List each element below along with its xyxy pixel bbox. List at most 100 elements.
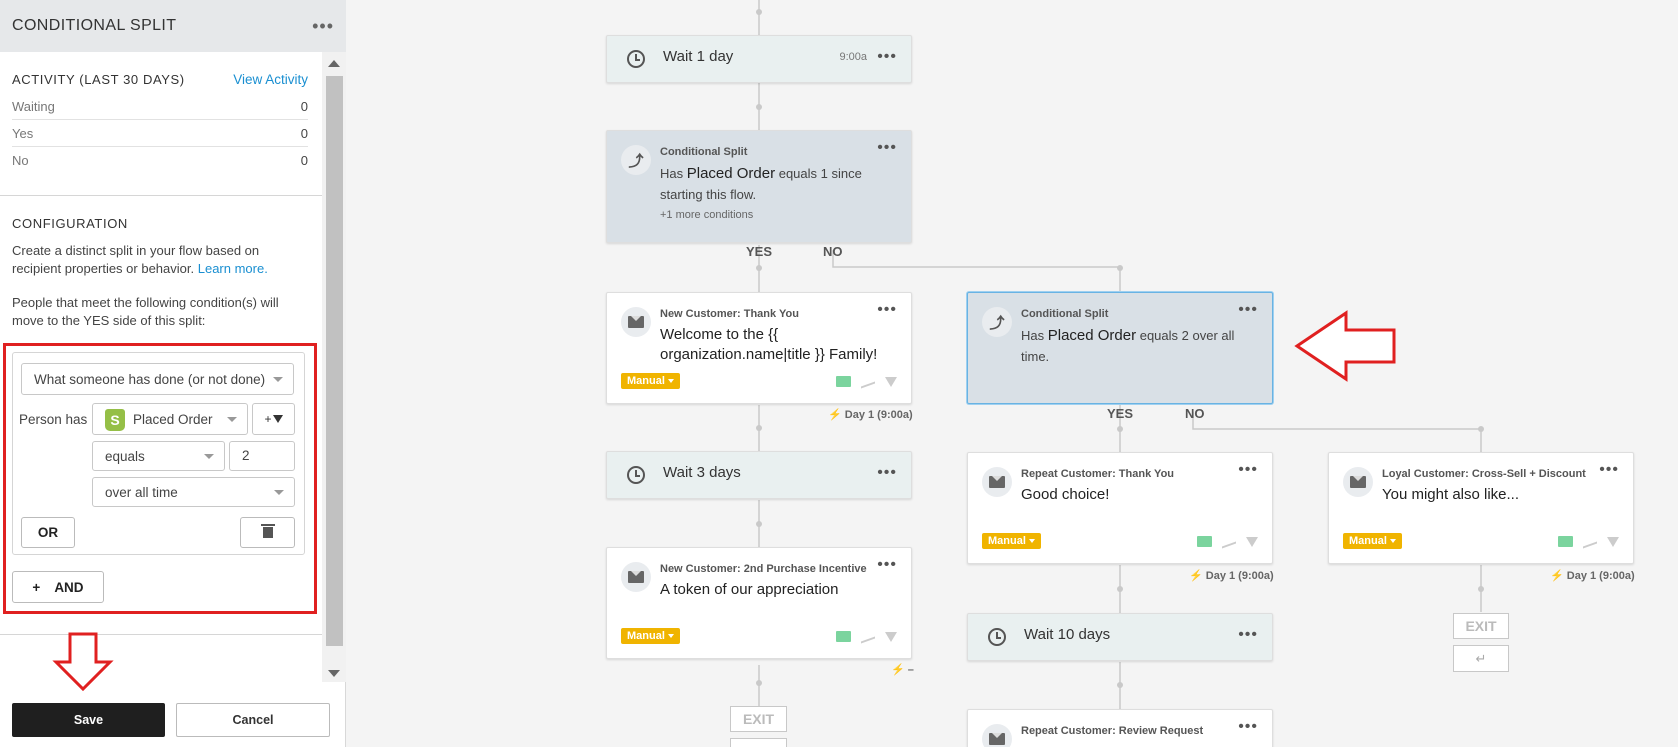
more-dots-icon[interactable]: •••	[1599, 461, 1619, 479]
return-node	[730, 738, 787, 747]
condition-type-select[interactable]: What someone has done (or not done)	[21, 363, 294, 395]
manual-badge[interactable]: Manual	[1343, 533, 1402, 549]
more-dots-icon[interactable]: •••	[877, 556, 897, 574]
shopify-icon: S	[105, 409, 125, 431]
activity-header: ACTIVITY (LAST 30 DAYS) View Activity	[12, 72, 308, 87]
exit-node: EXIT	[1453, 613, 1509, 639]
yes-branch-label: YES	[1107, 406, 1134, 421]
wait-1-day-card[interactable]: Wait 1 day 9:00a •••	[606, 35, 912, 83]
delay-label: ⚡ Day 1 (9:00a)	[1550, 570, 1635, 582]
divider	[0, 195, 322, 196]
email-card-repeat-customer-thank-you[interactable]: Repeat Customer: Thank You Good choice! …	[967, 452, 1273, 564]
card-status-icons	[836, 374, 897, 389]
email-card-new-customer-thank-you[interactable]: New Customer: Thank You Welcome to the {…	[606, 292, 912, 404]
card-status-icons	[1558, 534, 1619, 549]
mail-check-icon	[1558, 536, 1573, 547]
wait-label: Wait 10 days	[1024, 626, 1111, 643]
add-filter-button[interactable]: +	[252, 403, 295, 435]
activity-value: 0	[300, 153, 308, 168]
scroll-thumb[interactable]	[326, 76, 343, 646]
metric-value: Placed Order	[133, 411, 213, 427]
mail-check-icon	[1197, 536, 1212, 547]
email-card-loyal-customer[interactable]: Loyal Customer: Cross-Sell + Discount Yo…	[1328, 452, 1634, 564]
plus-icon: +	[32, 579, 41, 595]
more-dots-icon[interactable]: •••	[312, 17, 334, 35]
more-dots-icon[interactable]: •••	[877, 48, 897, 66]
no-branch-label: NO	[1185, 406, 1205, 421]
wait-3-days-card[interactable]: Wait 3 days •••	[606, 451, 912, 499]
split-metric: Placed Order	[686, 165, 776, 182]
mail-check-icon	[836, 631, 851, 642]
chevron-down-icon	[227, 417, 237, 422]
card-kind: Conditional Split	[660, 146, 748, 158]
card-status-icons	[836, 629, 897, 644]
panel-header: CONDITIONAL SPLIT •••	[0, 0, 346, 52]
value-input[interactable]: 2	[229, 441, 295, 471]
scroll-up-icon[interactable]	[328, 60, 340, 67]
more-conditions: +1 more conditions	[660, 209, 754, 221]
configuration-description: Create a distinct split in your flow bas…	[12, 242, 308, 278]
badge-label: Manual	[627, 375, 665, 387]
more-dots-icon[interactable]: •••	[1238, 461, 1258, 479]
conditional-split-card-selected[interactable]: ⤴ Conditional Split Has Placed Order equ…	[967, 292, 1273, 404]
panel-scrollbar[interactable]	[322, 52, 346, 682]
more-dots-icon[interactable]: •••	[877, 301, 897, 319]
more-dots-icon[interactable]: •••	[1238, 626, 1258, 644]
timeframe-select[interactable]: over all time	[92, 477, 295, 507]
and-button[interactable]: + AND	[12, 571, 104, 603]
filter-icon	[272, 415, 283, 423]
trend-icon	[861, 374, 875, 389]
operator-value: equals	[105, 448, 145, 464]
more-dots-icon[interactable]: •••	[877, 139, 897, 157]
more-dots-icon[interactable]: •••	[877, 464, 897, 482]
conditional-split-panel: CONDITIONAL SPLIT ••• ACTIVITY (LAST 30 …	[0, 0, 346, 747]
timeframe-value: over all time	[105, 484, 178, 500]
return-icon: ↵	[1453, 645, 1509, 672]
filter-icon	[885, 376, 897, 387]
more-dots-icon[interactable]: •••	[1238, 301, 1258, 319]
manual-badge[interactable]: Manual	[621, 628, 680, 644]
manual-badge[interactable]: Manual	[982, 533, 1041, 549]
no-branch-label: NO	[823, 244, 843, 259]
trend-icon	[1222, 534, 1236, 549]
manual-badge[interactable]: Manual	[621, 373, 680, 389]
activity-label: Yes	[12, 125, 34, 141]
activity-label: Waiting	[12, 98, 55, 114]
chevron-down-icon	[274, 490, 284, 495]
badge-label: Manual	[1349, 535, 1387, 547]
email-icon	[621, 307, 651, 337]
card-kind: New Customer: Thank You	[660, 308, 799, 320]
delay-text: Day 1 (9:00a)	[1566, 570, 1635, 582]
filter-icon	[1246, 536, 1258, 547]
person-has-label: Person has	[19, 412, 88, 427]
save-button[interactable]: Save	[12, 703, 165, 737]
email-subject: Good choice!	[1021, 486, 1110, 503]
clock-icon	[621, 44, 651, 74]
or-button[interactable]: OR	[21, 517, 75, 548]
conditional-split-card[interactable]: ⤴ Conditional Split Has Placed Order equ…	[606, 130, 912, 243]
wait-10-days-card[interactable]: Wait 10 days •••	[967, 613, 1273, 661]
operator-select[interactable]: equals	[92, 441, 225, 471]
delete-condition-button[interactable]	[240, 517, 295, 548]
card-kind: Loyal Customer: Cross-Sell + Discount	[1382, 468, 1586, 480]
activity-value: 0	[300, 125, 308, 141]
learn-more-link[interactable]: Learn more.	[198, 261, 268, 276]
split-icon: ⤴	[982, 307, 1012, 337]
and-label: AND	[54, 579, 84, 595]
email-card-review-request[interactable]: Repeat Customer: Review Request •••	[967, 709, 1273, 747]
chevron-down-icon	[204, 454, 214, 459]
metric-select[interactable]: S Placed Order	[92, 403, 248, 435]
split-condition: Has Placed Order equals 2 over all time.	[1021, 325, 1261, 367]
configuration-heading: CONFIGURATION	[12, 216, 128, 231]
email-subject: A token of our appreciation	[660, 581, 839, 598]
email-card-2nd-purchase-incentive[interactable]: New Customer: 2nd Purchase Incentive A t…	[606, 547, 912, 659]
cancel-button[interactable]: Cancel	[176, 703, 330, 737]
view-activity-link[interactable]: View Activity	[233, 72, 308, 87]
flow-canvas[interactable]: Wait 1 day 9:00a ••• ⤴ Conditional Split…	[347, 0, 1678, 747]
delay-text: –	[907, 664, 914, 676]
scroll-down-icon[interactable]	[328, 670, 340, 677]
email-icon	[1343, 467, 1373, 497]
activity-row-yes: Yes 0	[12, 120, 308, 147]
more-dots-icon[interactable]: •••	[1238, 718, 1258, 736]
clock-icon	[982, 622, 1012, 652]
